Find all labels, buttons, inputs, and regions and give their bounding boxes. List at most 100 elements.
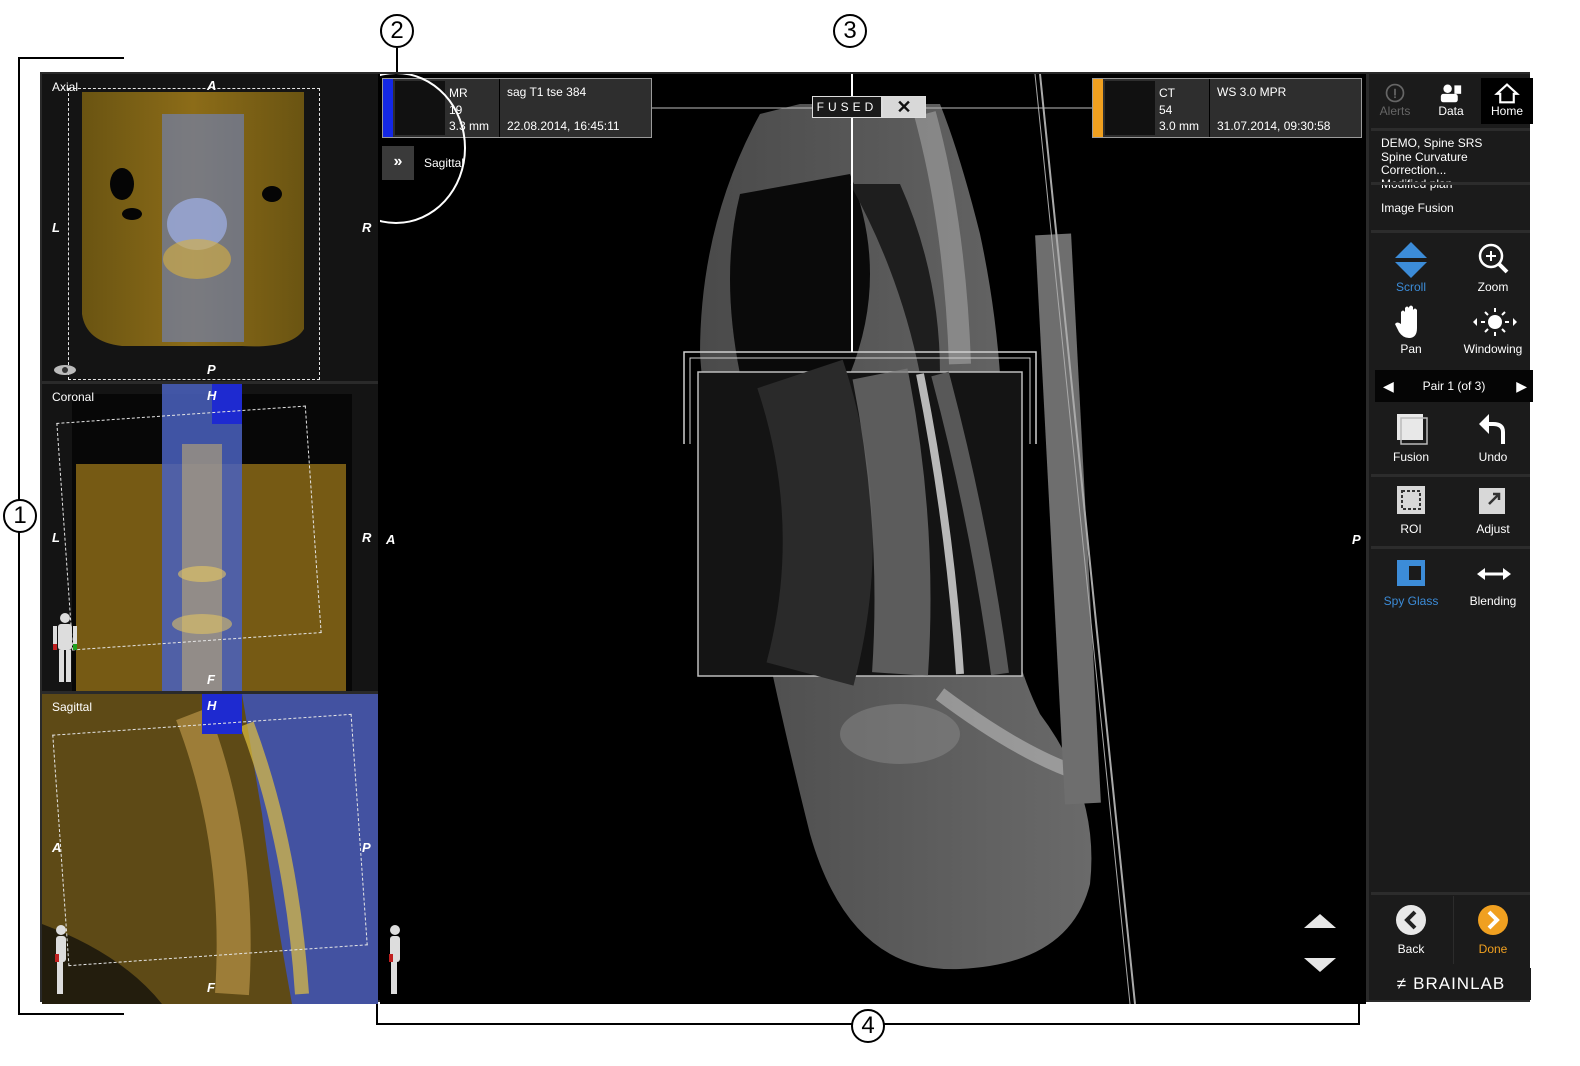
patient-name: DEMO, Spine SRS xyxy=(1381,136,1483,150)
workflow-step: Image Fusion xyxy=(1381,201,1454,215)
ct-thumbnail xyxy=(1105,81,1155,135)
ct-slice: 54 xyxy=(1159,102,1173,117)
back-label: Back xyxy=(1397,942,1425,956)
fused-indicator: FUSED ✕ xyxy=(812,96,926,118)
close-icon[interactable]: ✕ xyxy=(882,96,926,118)
brand-logo: ≠ BRAINLAB xyxy=(1371,968,1531,1000)
bracket-1-bottom xyxy=(18,1013,124,1015)
coronal-orient-top: H xyxy=(207,388,217,403)
tab-home-label: Home xyxy=(1490,104,1523,118)
blending-label: Blending xyxy=(1469,594,1517,608)
axial-orient-bottom: P xyxy=(207,362,216,377)
pan-hand-icon xyxy=(1395,305,1417,338)
coronal-title: Coronal xyxy=(52,390,95,404)
zoom-tool[interactable]: Zoom xyxy=(1453,240,1533,300)
bracket-1-top xyxy=(18,57,124,59)
brainlab-logo-icon: ≠ xyxy=(1396,974,1408,993)
ct-modality: CT xyxy=(1159,86,1175,100)
ct-divider xyxy=(1209,79,1210,137)
tab-data[interactable]: Data xyxy=(1425,78,1477,124)
zoom-icon xyxy=(1478,243,1509,274)
roi-label: ROI xyxy=(1400,522,1422,536)
adjust-icon xyxy=(1479,488,1505,514)
pan-tool[interactable]: Pan xyxy=(1371,302,1451,362)
ct-series-info[interactable]: CT 54 3.0 mm WS 3.0 MPR 31.07.2014, 09:3… xyxy=(1092,78,1362,138)
main-sagittal-view[interactable]: MR 19 3.3 mm sag T1 tse 384 22.08.2014, … xyxy=(380,74,1366,1004)
windowing-icon xyxy=(1473,308,1517,336)
plan-name: Spine Curvature Correction... xyxy=(1381,149,1468,177)
data-icon xyxy=(1440,84,1462,103)
sagittal-orient-left: A xyxy=(52,840,62,855)
pan-label: Pan xyxy=(1400,342,1422,356)
done-arrow-icon xyxy=(1478,905,1508,935)
sagittal-overview[interactable]: Sagittal H A P F xyxy=(42,694,378,1004)
done-label: Done xyxy=(1478,942,1508,956)
windowing-tool[interactable]: Windowing xyxy=(1453,302,1533,362)
scroll-tool[interactable]: Scroll xyxy=(1371,240,1451,300)
fusion-tool[interactable]: Fusion xyxy=(1371,410,1451,470)
spy-glass-tool[interactable]: Spy Glass xyxy=(1371,554,1451,614)
ct-meta: CT 54 3.0 mm xyxy=(1159,85,1199,135)
coronal-orient-left: L xyxy=(52,530,60,545)
back-button[interactable]: Back xyxy=(1371,902,1451,962)
done-button[interactable]: Done xyxy=(1453,902,1533,962)
mr-divider xyxy=(499,79,500,137)
coronal-roi-box[interactable] xyxy=(56,405,322,651)
callout-2: 2 xyxy=(380,14,414,48)
zoom-label: Zoom xyxy=(1477,280,1509,294)
main-orient-right: P xyxy=(1352,532,1361,547)
brand-name: BRAINLAB xyxy=(1413,974,1506,993)
pair-next-arrow-icon[interactable]: ▶ xyxy=(1516,370,1527,402)
axial-title: Axial xyxy=(52,80,79,94)
axial-orient-left: L xyxy=(52,220,60,235)
roi-tool[interactable]: ROI xyxy=(1371,482,1451,542)
divider xyxy=(1371,474,1530,477)
slice-down-arrow-icon[interactable] xyxy=(1302,952,1338,976)
adjust-tool[interactable]: Adjust xyxy=(1453,482,1533,542)
adjust-label: Adjust xyxy=(1476,522,1510,536)
coronal-view[interactable]: Coronal H L R F xyxy=(42,384,378,694)
axial-orient-top: A xyxy=(207,78,217,93)
back-arrow-icon xyxy=(1396,905,1426,935)
undo-icon xyxy=(1479,414,1505,444)
divider xyxy=(1371,182,1530,185)
fusion-label: Fusion xyxy=(1392,450,1430,464)
fused-label[interactable]: FUSED xyxy=(812,96,882,118)
sagittal-orient-right: P xyxy=(362,840,371,855)
roi-icon xyxy=(1397,486,1425,514)
axial-view[interactable]: Axial A L R P xyxy=(42,74,378,384)
mr-series-name: sag T1 tse 384 xyxy=(507,85,587,99)
callout-4: 4 xyxy=(851,1009,885,1043)
bracket-1-line xyxy=(18,57,20,1015)
divider xyxy=(1371,230,1530,233)
sagittal-orient-bottom: F xyxy=(207,980,215,995)
mr-date: 22.08.2014, 16:45:11 xyxy=(507,119,620,133)
mr-modality: MR xyxy=(449,86,468,100)
tab-data-label: Data xyxy=(1438,104,1464,118)
slice-up-arrow-icon[interactable] xyxy=(1302,910,1338,934)
right-toolbar: Alerts Data Home DEMO, Spine SRS Spine C… xyxy=(1366,74,1533,1000)
sagittal-roi-box[interactable] xyxy=(52,713,368,967)
body-side-icon xyxy=(389,925,400,994)
sagittal-orient-top: H xyxy=(207,698,217,713)
tab-alerts[interactable]: Alerts xyxy=(1369,78,1421,124)
axial-orient-right: R xyxy=(362,220,372,235)
blending-icon xyxy=(1477,568,1511,580)
pair-prev-arrow-icon[interactable]: ◀ xyxy=(1383,370,1394,402)
coronal-orient-bottom: F xyxy=(207,672,215,687)
scroll-icon xyxy=(1395,242,1427,278)
tab-home[interactable]: Home xyxy=(1481,78,1533,124)
ct-date: 31.07.2014, 09:30:58 xyxy=(1217,119,1331,133)
ct-thickness: 3.0 mm xyxy=(1159,119,1200,133)
head-orientation-icon xyxy=(54,365,76,375)
blending-tool[interactable]: Blending xyxy=(1453,554,1533,614)
ct-series-name: WS 3.0 MPR xyxy=(1217,85,1287,99)
axial-roi-box[interactable] xyxy=(68,88,320,380)
windowing-label: Windowing xyxy=(1463,342,1523,356)
spy-glass-icon xyxy=(1397,560,1425,586)
callout-3: 3 xyxy=(833,14,867,48)
undo-tool[interactable]: Undo xyxy=(1453,410,1533,470)
fusion-icon xyxy=(1397,414,1428,445)
ct-sagittal-image xyxy=(652,74,1136,1004)
coronal-orient-right: R xyxy=(362,530,372,545)
